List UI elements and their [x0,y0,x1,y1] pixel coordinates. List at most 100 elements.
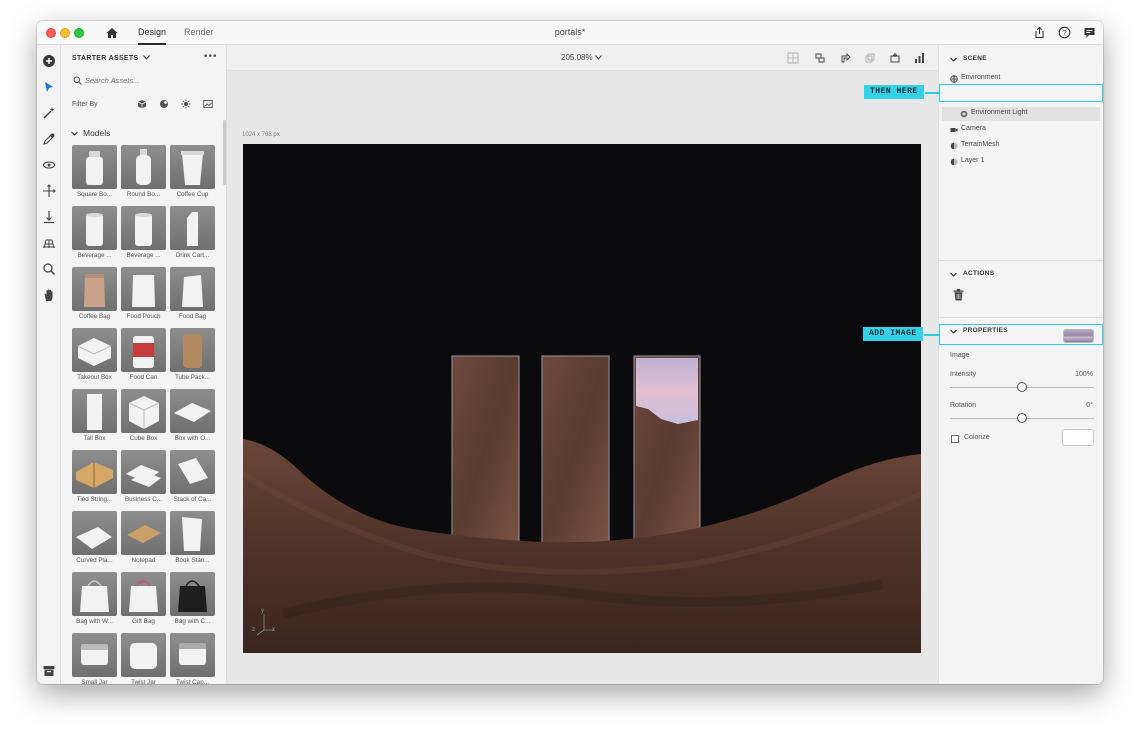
colorize-color-swatch[interactable] [1062,429,1094,446]
group-icon[interactable] [889,52,901,64]
asset-item[interactable]: Tall Box [72,389,117,447]
close-window-button[interactable] [46,28,56,38]
chevron-down-icon[interactable] [950,271,957,278]
tab-render[interactable]: Render [184,27,214,45]
chevron-down-icon[interactable] [950,56,957,63]
home-icon[interactable] [105,26,119,40]
asset-item[interactable]: Square Bo... [72,145,117,203]
filter-images-icon[interactable] [203,99,213,109]
filter-models-icon[interactable] [137,99,147,109]
asset-item[interactable]: Small Jar [72,633,117,684]
asset-item[interactable]: Book Stan... [170,511,215,569]
rotation-slider[interactable] [950,413,1094,423]
align-icon[interactable] [814,52,826,64]
asset-thumbnail [170,511,215,555]
frame-icon[interactable] [787,52,799,64]
search-input[interactable] [85,74,215,87]
rotate-icon[interactable] [839,52,851,64]
callout-highlight-environment-light [939,84,1103,102]
chart-icon[interactable] [914,52,926,64]
trash-icon[interactable] [953,289,964,301]
asset-item[interactable]: Stack of Ca... [170,450,215,508]
portal-slab[interactable] [451,355,520,547]
asset-thumbnail [170,450,215,494]
intensity-slider[interactable] [950,382,1094,392]
assets-scrollbar[interactable] [223,120,226,185]
asset-thumbnail [170,267,215,311]
canvas-size-label: 1024 x 768 px [242,132,280,138]
share-icon[interactable] [1033,26,1046,39]
asset-item[interactable]: Food Pouch [121,267,166,325]
search-field[interactable] [71,73,219,89]
actions-section-title: ACTIONS [963,270,995,277]
asset-item[interactable]: Beverage ... [72,206,117,264]
minimize-window-button[interactable] [60,28,70,38]
zoom-dropdown[interactable]: 205.08% [561,53,602,62]
scene-item-camera[interactable]: Camera [950,125,1100,139]
axis-x-label: x [272,627,275,633]
chevron-down-icon[interactable] [71,130,78,137]
asset-item[interactable]: Twist Cap... [170,633,215,684]
eyedropper-icon[interactable] [42,132,56,146]
asset-thumbnail [72,267,117,311]
scene-item-environment-light[interactable]: Environment Light [942,107,1100,121]
asset-item[interactable]: Tube Pack... [170,328,215,386]
asset-thumbnail [72,206,117,250]
chevron-down-icon [594,55,602,60]
asset-item[interactable]: Notepad [121,511,166,569]
scene-item-terrainmesh[interactable]: TerrainMesh [950,141,1100,155]
hand-icon[interactable] [42,288,56,302]
asset-item[interactable]: Takeout Box [72,328,117,386]
add-icon[interactable] [42,54,56,68]
maximize-window-button[interactable] [74,28,84,38]
assets-header[interactable]: STARTER ASSETS [72,55,150,62]
asset-item[interactable]: Tied String... [72,450,117,508]
asset-thumbnail [121,633,166,677]
intensity-slider-knob[interactable] [1017,382,1027,392]
portal-slab[interactable] [541,355,610,547]
asset-thumbnail [121,145,166,189]
move-icon[interactable] [42,184,56,198]
archive-icon[interactable] [42,664,56,678]
grid-icon[interactable] [42,236,56,250]
section-divider [939,260,1103,261]
asset-item[interactable]: Coffee Cup [170,145,215,203]
orbit-icon[interactable] [42,158,56,172]
3d-scene-canvas[interactable]: z y x [243,144,921,653]
asset-item[interactable]: Coffee Bag [72,267,117,325]
help-icon[interactable]: ? [1058,26,1071,39]
asset-item[interactable]: Food Can [121,328,166,386]
duplicate-icon[interactable] [864,52,876,64]
magic-wand-icon[interactable] [42,106,56,120]
asset-item[interactable]: Drink Cart... [170,206,215,264]
viewport-toolbar: 205.08% [227,45,938,71]
rotation-slider-knob[interactable] [1017,413,1027,423]
asset-thumbnail [170,206,215,250]
asset-item[interactable]: Box with O... [170,389,215,447]
colorize-checkbox[interactable] [951,435,959,443]
filter-materials-icon[interactable] [159,99,169,109]
feedback-icon[interactable] [1083,26,1096,39]
asset-thumbnail [121,511,166,555]
asset-item[interactable]: Beverage ... [121,206,166,264]
more-options-button[interactable]: ••• [204,51,218,62]
scene-item-layer-1[interactable]: Layer 1 [950,157,1100,171]
asset-label: Twist Jar [131,679,156,684]
filter-lights-icon[interactable] [181,99,191,109]
asset-item[interactable]: Food Bag [170,267,215,325]
tab-design[interactable]: Design [138,27,167,45]
select-icon[interactable] [42,80,56,94]
asset-item[interactable]: Round Bo... [121,145,166,203]
asset-item[interactable]: Curved Pla... [72,511,117,569]
asset-item[interactable]: Bag with C... [170,572,215,630]
title-bar: Design Render portals* ? [37,21,1103,45]
drop-to-ground-icon[interactable] [42,210,56,224]
intensity-value: 100% [1075,371,1093,378]
asset-item[interactable]: Bag with W... [72,572,117,630]
asset-item[interactable]: Business C... [121,450,166,508]
asset-item[interactable]: Gift Bag [121,572,166,630]
zoom-icon[interactable] [42,262,56,276]
asset-item[interactable]: Twist Jar [121,633,166,684]
asset-thumbnail [72,572,117,616]
asset-item[interactable]: Cube Box [121,389,166,447]
